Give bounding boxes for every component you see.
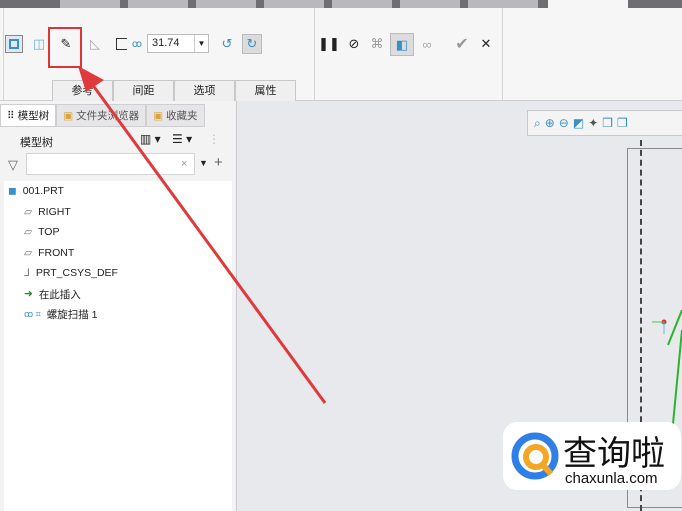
watermark-domain: chaxunla.com (565, 470, 658, 487)
annotation-arrow-line (90, 83, 327, 404)
watermark-brand: 查询啦 (563, 434, 665, 474)
watermark-icon (511, 432, 559, 480)
annotation-arrow-head (78, 66, 104, 92)
helix-profile-line (667, 309, 682, 346)
watermark-logo: 查询啦 chaxunla.com (503, 422, 681, 490)
